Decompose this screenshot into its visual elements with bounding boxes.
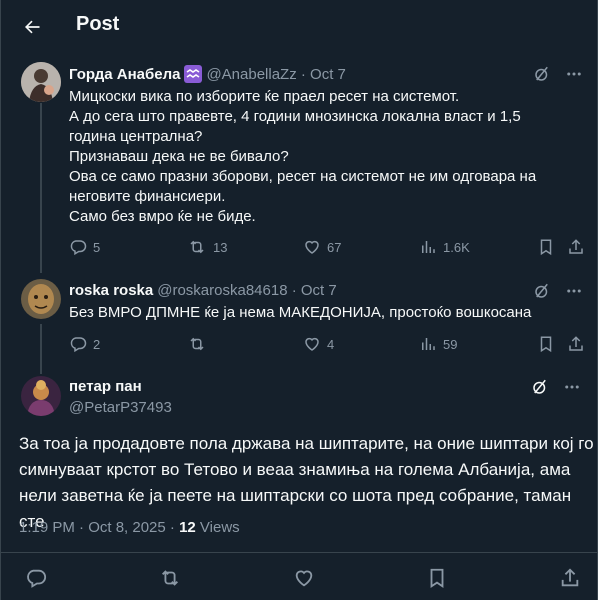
views-icon <box>422 338 435 350</box>
author-handle[interactable]: @AnabellaZz · Oct 7 <box>206 66 345 83</box>
aquarius-badge-icon <box>184 65 203 83</box>
like-count: 4 <box>327 336 335 352</box>
share-icon <box>561 568 579 587</box>
reply-button[interactable]: 2 <box>69 327 100 361</box>
views-button[interactable]: 59 <box>419 327 457 361</box>
share-icon <box>569 336 583 351</box>
tweet-line: Само без вмро ќе не биде. <box>69 208 256 225</box>
reply-button[interactable] <box>23 565 49 591</box>
tweet-top-actions <box>533 65 583 83</box>
main-author-handle[interactable]: @PetarP37493 <box>69 399 172 416</box>
reply-button[interactable]: 5 <box>69 230 100 264</box>
views-label: Views <box>195 519 240 536</box>
repost-count: 13 <box>213 239 228 255</box>
tweet-text: Мицкоски вика по изборите ќе праел ресет… <box>69 87 569 227</box>
more-icon[interactable] <box>563 378 581 396</box>
more-icon[interactable] <box>565 282 583 300</box>
post-action-bar <box>1 552 598 600</box>
post-meta: 1:19 PM · Oct 8, 2025 · 12 Views <box>19 519 240 536</box>
like-count: 67 <box>327 239 342 255</box>
author-handle[interactable]: @roskaroska84618 · Oct 7 <box>157 282 336 299</box>
repost-button[interactable] <box>157 565 183 591</box>
avatar[interactable] <box>21 62 61 102</box>
thread-line <box>40 324 42 374</box>
like-button[interactable]: 67 <box>303 230 341 264</box>
repost-button[interactable]: 13 <box>187 230 227 264</box>
main-avatar[interactable] <box>21 376 61 416</box>
back-arrow-icon <box>25 20 40 34</box>
bookmark-icon <box>540 336 552 353</box>
thread-line <box>40 103 42 273</box>
tweet-line: Ова се само празни зборови, ресет на сис… <box>69 168 537 205</box>
like-icon <box>305 240 319 254</box>
author-row: Горда Анабела @AnabellaZz · Oct 7 <box>69 65 346 83</box>
repost-icon <box>190 337 204 351</box>
main-top-actions <box>531 378 581 396</box>
reply-icon <box>70 240 87 256</box>
reply-count: 2 <box>93 336 101 352</box>
author-name[interactable]: Горда Анабела <box>69 66 180 83</box>
grok-icon[interactable] <box>531 378 549 396</box>
views-count: 1.6K <box>443 239 470 255</box>
post-timestamp[interactable]: 1:19 PM · Oct 8, 2025 · <box>19 519 179 536</box>
bookmark-button[interactable] <box>537 230 555 264</box>
tweet-top-actions <box>533 282 583 300</box>
repost-icon <box>162 570 178 586</box>
reply-icon <box>27 569 47 588</box>
back-button[interactable] <box>15 10 49 44</box>
views-count: 59 <box>443 336 458 352</box>
tweet-line: Признаваш дека не ве бивало? <box>69 148 289 165</box>
tweet-line: Без ВМРО ДПМНЕ ќе ја нема МАКЕДОНИЈА, пр… <box>69 304 532 321</box>
post-page: Post Горда Анабела @AnabellaZz · Oct 7 М… <box>0 0 598 600</box>
main-author-name[interactable]: петар пан <box>69 378 142 395</box>
repost-button[interactable] <box>187 327 213 361</box>
reply-tweet-2[interactable]: roska roska @roskaroska84618 · Oct 7 Без… <box>1 270 598 374</box>
bookmark-button[interactable] <box>537 327 555 361</box>
tweet-line: А до сега што правевте, 4 години мнозинс… <box>69 108 521 145</box>
bookmark-icon <box>430 568 444 588</box>
views-icon <box>422 241 435 253</box>
page-title: Post <box>76 13 120 35</box>
top-bar: Post <box>1 0 598 53</box>
more-icon[interactable] <box>565 65 583 83</box>
like-icon <box>305 337 319 351</box>
author-row: roska roska @roskaroska84618 · Oct 7 <box>69 282 337 299</box>
avatar[interactable] <box>21 279 61 319</box>
grok-icon[interactable] <box>533 65 551 83</box>
views-count: 12 <box>179 519 196 536</box>
share-button[interactable] <box>557 565 583 591</box>
share-icon <box>569 239 583 254</box>
reply-icon <box>70 337 87 353</box>
views-button[interactable]: 1.6K <box>419 230 470 264</box>
like-icon <box>295 570 313 587</box>
repost-icon <box>190 240 204 254</box>
tweet-actions: 5 13 67 1.6K <box>61 230 591 264</box>
like-button[interactable] <box>291 565 317 591</box>
author-name[interactable]: roska roska <box>69 282 153 299</box>
reply-tweet-1[interactable]: Горда Анабела @AnabellaZz · Oct 7 Мицкос… <box>1 53 598 273</box>
tweet-line: Мицкоски вика по изборите ќе праел ресет… <box>69 88 460 105</box>
share-button[interactable] <box>567 327 585 361</box>
bookmark-icon <box>540 239 552 256</box>
bookmark-button[interactable] <box>424 565 450 591</box>
reply-count: 5 <box>93 239 101 255</box>
tweet-actions: 2 4 59 <box>61 327 591 361</box>
tweet-text: Без ВМРО ДПМНЕ ќе ја нема МАКЕДОНИЈА, пр… <box>69 303 569 323</box>
grok-icon[interactable] <box>533 282 551 300</box>
like-button[interactable]: 4 <box>303 327 334 361</box>
share-button[interactable] <box>567 230 585 264</box>
